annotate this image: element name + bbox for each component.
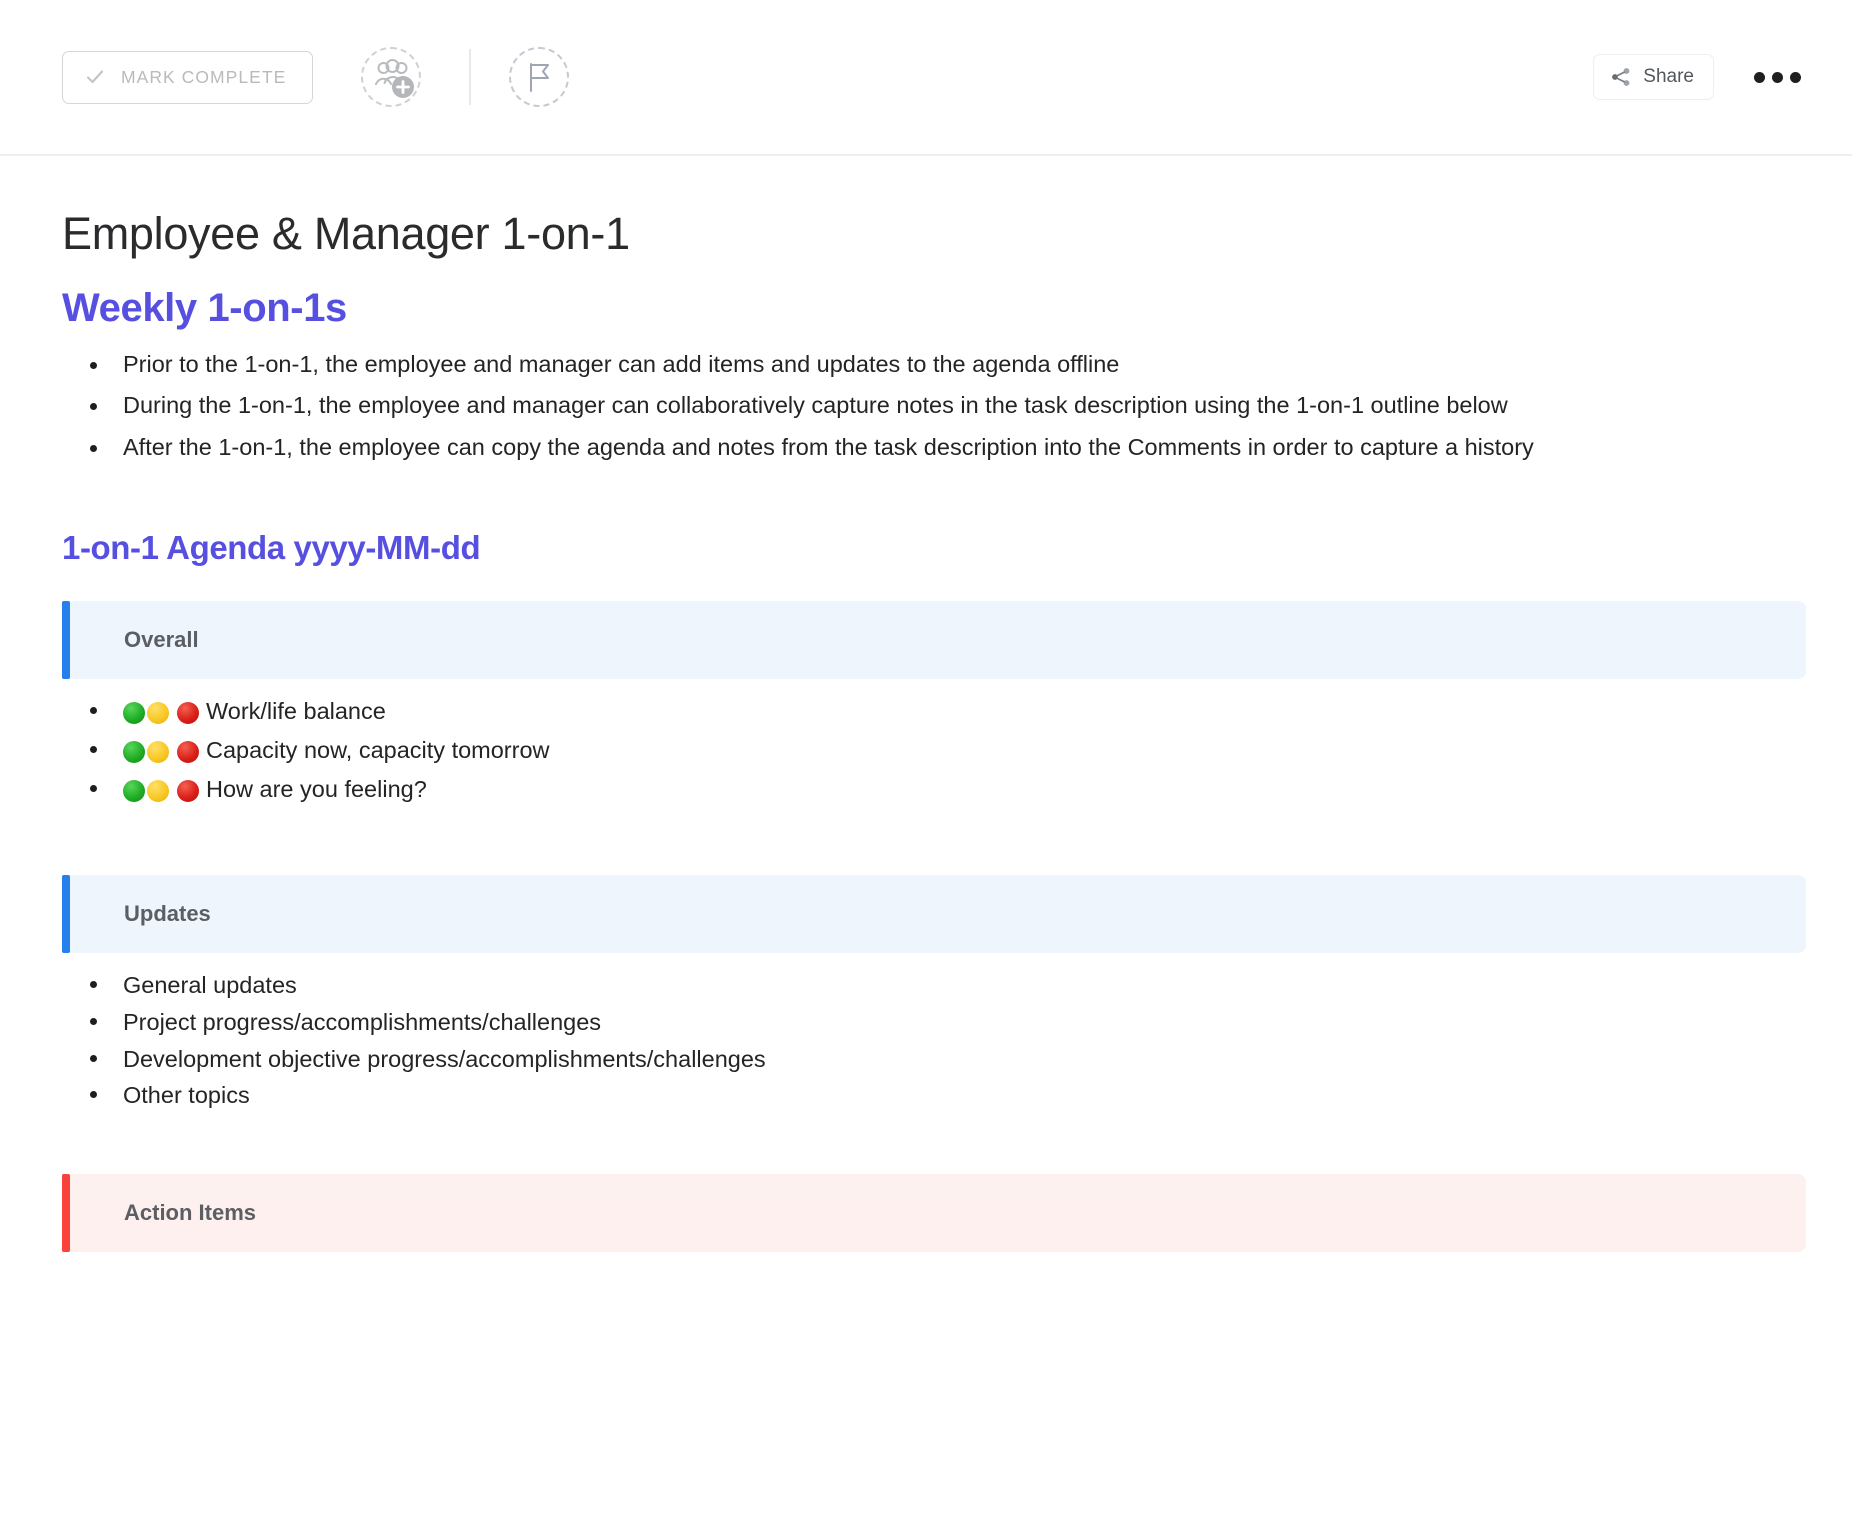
- callout-title: Action Items: [70, 1200, 256, 1226]
- list-item: Capacity now, capacity tomorrow: [62, 732, 1806, 771]
- mark-complete-label: MARK COMPLETE: [121, 67, 286, 88]
- check-icon: [85, 67, 105, 87]
- list-item: Other topics: [62, 1077, 1806, 1114]
- section-heading-weekly: Weekly 1-on-1s: [62, 284, 1806, 332]
- list-item-label: How are you feeling?: [206, 776, 427, 802]
- more-options-icon: [1790, 72, 1801, 83]
- list-item-label: Capacity now, capacity tomorrow: [206, 737, 550, 763]
- list-item: Development objective progress/accomplis…: [62, 1041, 1806, 1078]
- callout-accent-bar: [62, 1174, 70, 1252]
- share-icon: [1610, 66, 1632, 88]
- traffic-light-rating[interactable]: [123, 773, 199, 810]
- yellow-circle-icon[interactable]: [147, 741, 169, 763]
- red-circle-icon[interactable]: [177, 702, 199, 724]
- callout-overall: Overall: [62, 601, 1806, 679]
- red-circle-icon[interactable]: [177, 741, 199, 763]
- list-item-label: Work/life balance: [206, 698, 386, 724]
- callout-accent-bar: [62, 601, 70, 679]
- task-toolbar: MARK COMPLETE: [0, 0, 1852, 156]
- more-options-button[interactable]: [1748, 62, 1807, 93]
- toolbar-divider: [469, 49, 471, 105]
- list-item: General updates: [62, 967, 1806, 1004]
- callout-accent-bar: [62, 875, 70, 953]
- task-description-body: Employee & Manager 1-on-1 Weekly 1-on-1s…: [0, 208, 1852, 1252]
- toolbar-right-group: Share: [1593, 54, 1807, 100]
- updates-bullet-list: General updates Project progress/accompl…: [62, 967, 1806, 1114]
- green-circle-icon[interactable]: [123, 780, 145, 802]
- green-circle-icon[interactable]: [123, 702, 145, 724]
- red-circle-icon[interactable]: [177, 780, 199, 802]
- set-priority-flag-button[interactable]: [503, 41, 575, 113]
- flag-icon: [518, 56, 560, 98]
- page-title[interactable]: Employee & Manager 1-on-1: [62, 208, 1806, 260]
- yellow-circle-icon[interactable]: [147, 702, 169, 724]
- traffic-light-rating[interactable]: [123, 734, 199, 771]
- yellow-circle-icon[interactable]: [147, 780, 169, 802]
- callout-title: Overall: [70, 627, 199, 653]
- more-options-icon: [1754, 72, 1765, 83]
- list-item: How are you feeling?: [62, 771, 1806, 810]
- more-options-icon: [1772, 72, 1783, 83]
- list-item: During the 1-on-1, the employee and mana…: [62, 387, 1806, 424]
- list-item: Work/life balance: [62, 693, 1806, 732]
- green-circle-icon[interactable]: [123, 741, 145, 763]
- share-button[interactable]: Share: [1593, 54, 1714, 100]
- traffic-light-rating[interactable]: [123, 695, 199, 732]
- callout-action-items: Action Items: [62, 1174, 1806, 1252]
- list-item: Project progress/accomplishments/challen…: [62, 1004, 1806, 1041]
- toolbar-left-group: MARK COMPLETE: [62, 41, 575, 113]
- callout-updates: Updates: [62, 875, 1806, 953]
- list-item: After the 1-on-1, the employee can copy …: [62, 429, 1806, 466]
- weekly-bullet-list: Prior to the 1-on-1, the employee and ma…: [62, 346, 1806, 466]
- mark-complete-button[interactable]: MARK COMPLETE: [62, 51, 313, 104]
- section-heading-agenda: 1-on-1 Agenda yyyy-MM-dd: [62, 528, 1806, 568]
- share-label: Share: [1643, 66, 1694, 88]
- list-item: Prior to the 1-on-1, the employee and ma…: [62, 346, 1806, 383]
- add-collaborators-button[interactable]: [355, 41, 427, 113]
- overall-bullet-list: Work/life balance Capacity now, capacity…: [62, 693, 1806, 809]
- callout-title: Updates: [70, 901, 211, 927]
- add-collaborators-icon: [365, 51, 417, 103]
